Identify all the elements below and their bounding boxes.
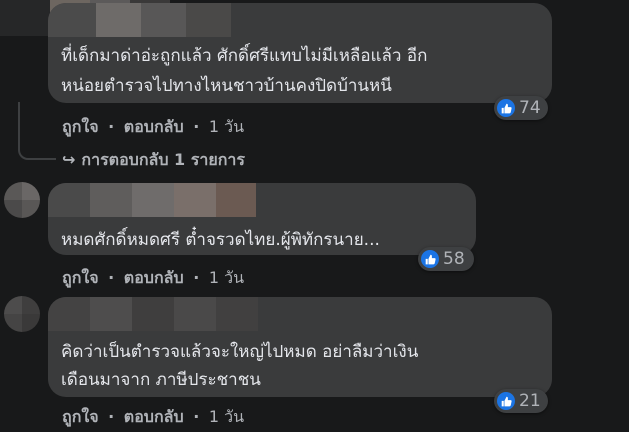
blurred-author-name[interactable] [48, 3, 552, 37]
timestamp[interactable]: 1 วัน [209, 268, 244, 287]
blurred-author-name[interactable] [48, 297, 552, 331]
avatar[interactable] [4, 182, 40, 218]
comment-text-line: ที่เด็กมาด่าอ่ะถูกแล้ว ศักดิ์ศรีแทบไม่มี… [61, 46, 428, 66]
comment-actions: ถูกใจ · ตอบกลับ · 1 วัน [62, 268, 245, 287]
comment-text-line: คิดว่าเป็นตำรวจแล้วจะใหญ่ไปหมด อย่าลืมว่… [61, 342, 419, 362]
comment-text-line: หน่อยตำรวจไปทางไหนชาวบ้านคงปิดบ้านหนี [61, 76, 392, 96]
thumbs-up-icon [421, 250, 439, 268]
view-replies-link[interactable]: ↪ การตอบกลับ 1 รายการ [62, 148, 245, 173]
comment-actions: ถูกใจ · ตอบกลับ · 1 วัน [62, 117, 245, 136]
reply-button[interactable]: ตอบกลับ [124, 268, 184, 287]
reply-button[interactable]: ตอบกลับ [124, 117, 184, 136]
reaction-count-badge[interactable]: 21 [494, 389, 548, 413]
like-button[interactable]: ถูกใจ [62, 268, 99, 287]
reply-button[interactable]: ตอบกลับ [124, 407, 184, 426]
reaction-count: 58 [443, 249, 465, 269]
like-button[interactable]: ถูกใจ [62, 407, 99, 426]
timestamp[interactable]: 1 วัน [209, 407, 244, 426]
comment-text-line: หมดศักดิ์หมดศรี ต๋ำจรวดไทย.ผู้พิทักรนาย.… [61, 230, 380, 250]
comment-actions: ถูกใจ · ตอบกลับ · 1 วัน [62, 407, 245, 426]
comment-text-line: เดือนมาจาก ภาษีประชาชน [61, 370, 261, 390]
thumbs-up-icon [497, 392, 515, 410]
reaction-count: 21 [519, 391, 541, 411]
reaction-count-badge[interactable]: 74 [494, 96, 548, 120]
reply-arrow-icon: ↪ [62, 150, 76, 169]
timestamp[interactable]: 1 วัน [209, 117, 244, 136]
avatar[interactable] [4, 296, 40, 332]
thumbs-up-icon [497, 99, 515, 117]
reaction-count-badge[interactable]: 58 [418, 247, 474, 271]
thread-line [18, 102, 56, 160]
blurred-author-name[interactable] [48, 183, 476, 217]
reaction-count: 74 [519, 98, 541, 118]
like-button[interactable]: ถูกใจ [62, 117, 99, 136]
